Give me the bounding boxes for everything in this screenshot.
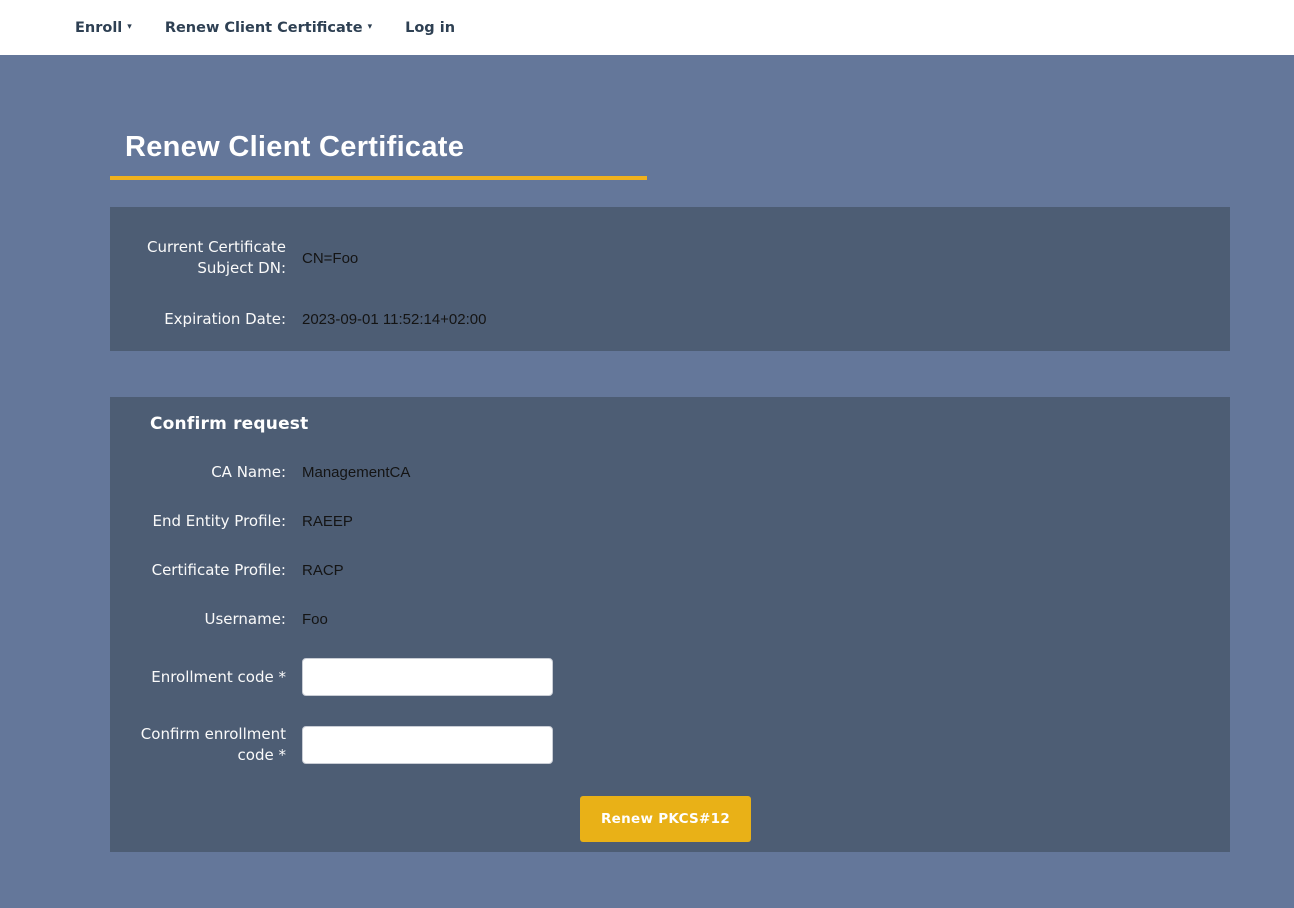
expiration-date-label: Expiration Date: bbox=[131, 309, 286, 330]
renew-pkcs12-button[interactable]: Renew PKCS#12 bbox=[580, 796, 751, 842]
confirm-enrollment-code-input[interactable] bbox=[302, 726, 553, 764]
enrollment-code-input[interactable] bbox=[302, 658, 553, 696]
nav-item-log-in[interactable]: Log in bbox=[405, 20, 455, 36]
chevron-down-icon: ▾ bbox=[368, 23, 373, 32]
certificate-profile-row: Certificate Profile: RACP bbox=[131, 560, 1200, 581]
username-row: Username: Foo bbox=[131, 609, 1200, 630]
current-certificate-panel: Current Certificate Subject DN: CN=Foo E… bbox=[110, 207, 1230, 351]
end-entity-profile-label: End Entity Profile: bbox=[131, 511, 286, 532]
panel-footer: Renew PKCS#12 bbox=[131, 796, 1200, 842]
certificate-profile-label: Certificate Profile: bbox=[131, 560, 286, 581]
username-value: Foo bbox=[302, 609, 328, 630]
confirm-request-heading: Confirm request bbox=[131, 413, 1200, 435]
confirm-enrollment-code-label: Confirm enrollment code * bbox=[131, 724, 286, 766]
chevron-down-icon: ▾ bbox=[127, 23, 132, 32]
nav-item-enroll-label: Enroll bbox=[75, 20, 122, 36]
enrollment-code-label: Enrollment code * bbox=[131, 667, 286, 688]
end-entity-profile-row: End Entity Profile: RAEEP bbox=[131, 511, 1200, 532]
subject-dn-label: Current Certificate Subject DN: bbox=[131, 237, 286, 279]
top-navbar: Enroll ▾ Renew Client Certificate ▾ Log … bbox=[0, 0, 1294, 55]
nav-item-renew-label: Renew Client Certificate bbox=[165, 20, 363, 36]
confirm-request-panel: Confirm request CA Name: ManagementCA En… bbox=[110, 397, 1230, 852]
page-title: Renew Client Certificate bbox=[125, 131, 647, 164]
ca-name-label: CA Name: bbox=[131, 462, 286, 483]
confirm-enrollment-code-row: Confirm enrollment code * bbox=[131, 724, 1200, 766]
end-entity-profile-value: RAEEP bbox=[302, 511, 353, 532]
ca-name-value: ManagementCA bbox=[302, 462, 410, 483]
expiration-date-row: Expiration Date: 2023-09-01 11:52:14+02:… bbox=[131, 309, 1200, 330]
nav-item-renew-client-certificate[interactable]: Renew Client Certificate ▾ bbox=[165, 20, 372, 36]
username-label: Username: bbox=[131, 609, 286, 630]
page-title-block: Renew Client Certificate bbox=[110, 131, 647, 180]
ca-name-row: CA Name: ManagementCA bbox=[131, 462, 1200, 483]
certificate-profile-value: RACP bbox=[302, 560, 344, 581]
nav-item-login-label: Log in bbox=[405, 20, 455, 36]
nav-item-enroll[interactable]: Enroll ▾ bbox=[75, 20, 132, 36]
expiration-date-value: 2023-09-01 11:52:14+02:00 bbox=[302, 309, 486, 330]
subject-dn-value: CN=Foo bbox=[302, 248, 358, 269]
enrollment-code-row: Enrollment code * bbox=[131, 658, 1200, 696]
subject-dn-row: Current Certificate Subject DN: CN=Foo bbox=[131, 237, 1200, 279]
